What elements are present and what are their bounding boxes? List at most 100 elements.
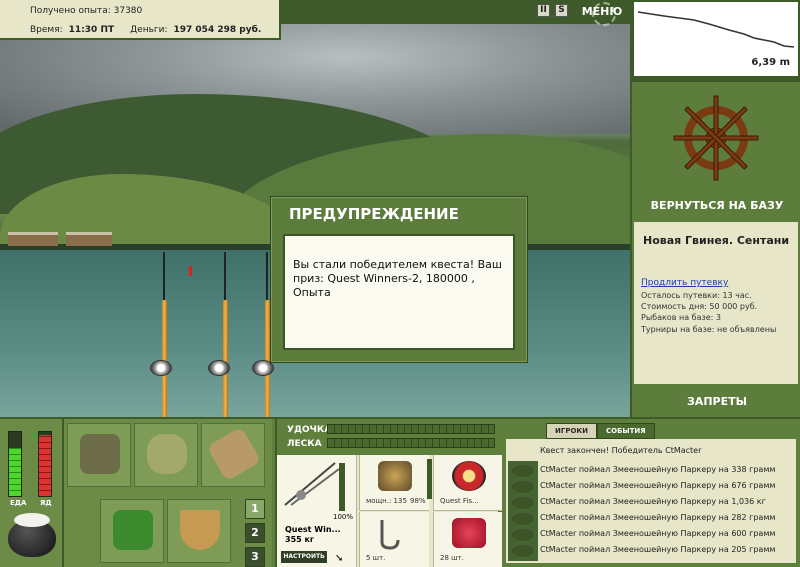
stilt-house xyxy=(8,232,58,246)
line-load-bar xyxy=(327,438,495,448)
menu-button[interactable]: МЕНЮ xyxy=(580,2,624,26)
food-bar xyxy=(8,431,22,497)
tackle-header: УДОЧКА ЛЕСКА xyxy=(277,419,502,455)
warning-dialog[interactable]: ПРЕДУПРЕЖДЕНИЕ Вы стали победителем квес… xyxy=(270,196,528,363)
tab-events[interactable]: СОБЫТИЯ xyxy=(596,423,655,439)
fish-icon xyxy=(512,481,534,493)
log-row: CtMacter поймал Змееношейную Паркеру на … xyxy=(540,481,776,490)
poison-bar-fill xyxy=(39,435,51,496)
setup-button[interactable]: НАСТРОИТЬ xyxy=(281,551,327,563)
log-row: CtMacter поймал Змееношейную Паркеру на … xyxy=(540,545,776,554)
inventory-slot[interactable] xyxy=(67,423,131,487)
rod-tip xyxy=(163,252,165,302)
log-tabs: ИГРОКИ СОБЫТИЯ xyxy=(546,423,655,439)
hook-icon xyxy=(380,520,400,550)
line-name: Quest Fis... xyxy=(440,497,479,505)
inventory-slot[interactable] xyxy=(134,423,198,487)
fishing-rod-1[interactable] xyxy=(162,300,167,417)
reel-icon[interactable] xyxy=(208,360,230,376)
stilt-house xyxy=(66,232,112,246)
reel-percent: 98% xyxy=(410,497,426,505)
log-row: CtMacter поймал Змееношейную Паркеру на … xyxy=(540,497,766,506)
food-basket-icon xyxy=(113,510,153,550)
dialog-body: Вы стали победителем квеста! Ваш приз: Q… xyxy=(283,234,515,350)
hook-count: 5 шт. xyxy=(366,554,386,562)
game-screen: Получено опыта: 37380 Время: 11:30 ПТ Де… xyxy=(0,0,800,567)
dialog-title: ПРЕДУПРЕЖДЕНИЕ xyxy=(289,205,459,223)
landing-net-icon xyxy=(206,426,262,482)
tackle-box-icon xyxy=(80,434,120,474)
inventory-tab-2[interactable]: 2 xyxy=(245,523,265,543)
buoy xyxy=(189,266,192,276)
tab-players[interactable]: ИГРОКИ xyxy=(546,423,597,439)
inventory-slot[interactable] xyxy=(100,499,164,563)
bottom-panel: ЕДА ЯД 1 2 3 УДОЧКА ЛЕСКА 100% Quest Win… xyxy=(0,417,800,567)
inventory-slot[interactable] xyxy=(201,423,265,487)
time-money-row: Время: 11:30 ПТ Деньги: 197 054 298 руб. xyxy=(30,25,261,35)
rod-label: УДОЧКА xyxy=(287,425,332,435)
rod-icon xyxy=(284,462,340,506)
bait-bag-icon xyxy=(147,434,187,474)
location-card: Новая Гвинея. Сентани Продлить путевку О… xyxy=(634,222,798,384)
food-bar-fill xyxy=(9,448,21,496)
log-row: CtMacter поймал Змееношейную Паркеру на … xyxy=(540,529,776,538)
time-label: Время: xyxy=(30,25,63,35)
reel-wear-bar xyxy=(427,459,432,499)
return-to-base-button[interactable]: ВЕРНУТЬСЯ НА БАЗУ xyxy=(632,199,800,212)
voucher-remaining: Осталось путевки: 13 час. xyxy=(641,291,752,300)
bait-slot[interactable]: 28 шт. xyxy=(433,512,503,567)
location-title: Новая Гвинея. Сентани xyxy=(643,234,790,247)
bans-button[interactable]: ЗАПРЕТЫ xyxy=(632,395,800,408)
inventory-slot[interactable] xyxy=(167,499,231,563)
rod-name: Quest Win... xyxy=(285,525,341,534)
location-panel: ВЕРНУТЬСЯ НА БАЗУ Новая Гвинея. Сентани … xyxy=(630,82,800,417)
poison-label: ЯД xyxy=(40,499,52,507)
pause-button[interactable]: II xyxy=(537,4,550,17)
reel-icon[interactable] xyxy=(150,360,172,376)
menu-label: МЕНЮ xyxy=(581,5,623,18)
poison-bar xyxy=(38,431,52,497)
status-box: ЕДА ЯД xyxy=(0,419,64,567)
bait-count: 28 шт. xyxy=(440,554,464,562)
line-spool-icon xyxy=(452,461,486,491)
rod-tip xyxy=(224,252,226,302)
rod-weight: 355 кг xyxy=(285,535,315,544)
fish-icon xyxy=(512,529,534,541)
food-label: ЕДА xyxy=(10,499,27,507)
line-slot[interactable]: Quest Fis... xyxy=(433,455,503,511)
ship-wheel-icon[interactable] xyxy=(672,94,760,182)
inventory-tab-1[interactable]: 1 xyxy=(245,499,265,519)
depth-panel: 6,39 m xyxy=(632,0,800,78)
time-value: 11:30 ПТ xyxy=(68,25,115,35)
money-value: 197 054 298 руб. xyxy=(173,25,262,35)
event-log-panel: ИГРОКИ СОБЫТИЯ Квест закончен! Победител… xyxy=(502,419,800,567)
fish-icon xyxy=(512,513,534,525)
bucket-icon xyxy=(180,510,220,550)
line-label: ЛЕСКА xyxy=(287,439,322,449)
prolong-voucher-link[interactable]: Продлить путевку xyxy=(641,278,728,288)
log-row: CtMacter поймал Змееношейную Паркеру на … xyxy=(540,465,776,474)
rod-wear-bar xyxy=(339,463,345,511)
log-row: CtMacter поймал Змееношейную Паркеру на … xyxy=(540,513,776,522)
player-info-panel: Получено опыта: 37380 Время: 11:30 ПТ Де… xyxy=(0,0,281,40)
hook-slot[interactable]: 5 шт. xyxy=(359,512,429,567)
bait-icon xyxy=(452,518,486,548)
log-body: Квест закончен! Победитель CtMacter CtMa… xyxy=(506,439,796,563)
rod-slot[interactable]: 100% Quest Win... 355 кг НАСТРОИТЬ ➘ xyxy=(277,455,357,567)
fish-icon xyxy=(512,497,534,509)
fish-icon xyxy=(512,545,534,557)
rod-load-bar xyxy=(327,424,495,434)
sound-button[interactable]: S xyxy=(555,4,568,17)
tournaments-status: Турниры на базе: не объявлены xyxy=(641,325,777,334)
experience-row: Получено опыта: 37380 xyxy=(30,6,142,16)
rod-tip xyxy=(266,252,268,302)
day-cost: Стоимость дня: 50 000 руб. xyxy=(641,302,758,311)
inventory-tab-3[interactable]: 3 xyxy=(245,547,265,567)
experience-value: 37380 xyxy=(113,6,143,16)
fishing-rod-2[interactable] xyxy=(223,300,228,417)
arrow-icon: ➘ xyxy=(335,553,344,564)
cooking-pot-icon[interactable] xyxy=(8,513,56,557)
depth-value: 6,39 m xyxy=(751,57,790,68)
tackle-panel: УДОЧКА ЛЕСКА 100% Quest Win... 355 кг НА… xyxy=(275,419,503,567)
anglers-at-base: Рыбаков на базе: 3 xyxy=(641,313,721,322)
